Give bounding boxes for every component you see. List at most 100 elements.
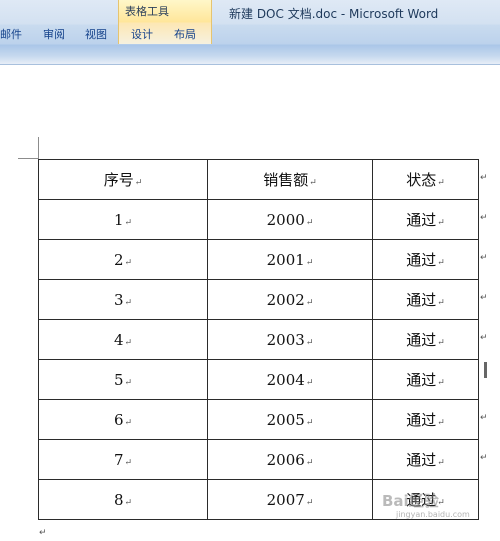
table-tools-label: 表格工具 xyxy=(125,5,169,18)
cell-end-mark: ↵ xyxy=(437,298,445,308)
cell-end-mark: ↵ xyxy=(124,457,133,468)
row-end-mark: ↵ xyxy=(480,333,488,343)
table-row: 3↵ 2002↵ 通过↵ xyxy=(38,279,479,320)
cell-end-mark: ↵ xyxy=(124,257,133,268)
tab-layout[interactable]: 布局 xyxy=(174,26,196,42)
cell-end-mark: ↵ xyxy=(134,178,143,188)
table-cell[interactable]: 6↵ xyxy=(38,399,208,440)
document-table[interactable]: 序号↵ 销售额↵ 状态↵ 1↵ 2000↵ 通过↵ 2↵ 2001↵ 通过↵ 3… xyxy=(38,159,479,520)
table-cell[interactable]: 2001↵ xyxy=(207,239,373,280)
row-end-mark: ↵ xyxy=(480,293,488,303)
table-cell[interactable]: 通过↵ xyxy=(372,199,479,240)
table-row: 4↵ 2003↵ 通过↵ xyxy=(38,319,479,360)
table-cell[interactable]: 2005↵ xyxy=(207,399,373,440)
cell-text: 7 xyxy=(113,450,124,469)
tab-view[interactable]: 视图 xyxy=(85,26,107,42)
table-cell[interactable]: 2003↵ xyxy=(207,319,373,360)
table-resize-handle[interactable] xyxy=(484,362,487,378)
table-header-cell[interactable]: 序号↵ xyxy=(38,159,208,200)
table-cell[interactable]: 2006↵ xyxy=(207,439,373,480)
table-cell[interactable]: 3↵ xyxy=(38,279,208,320)
tab-design[interactable]: 设计 xyxy=(131,26,153,42)
table-cell[interactable]: 8↵ xyxy=(38,479,208,520)
table-cell[interactable]: 通过↵ xyxy=(372,359,479,400)
cell-end-mark: ↵ xyxy=(305,217,314,228)
paragraph-end-mark: ↵ xyxy=(39,528,47,538)
cell-text: 通过 xyxy=(406,371,437,389)
cell-text: 2005 xyxy=(266,410,305,429)
cell-text: 2000 xyxy=(266,210,305,229)
table-cell[interactable]: 2↵ xyxy=(38,239,208,280)
table-row: 6↵ 2005↵ 通过↵ xyxy=(38,399,479,440)
table-cell[interactable]: 5↵ xyxy=(38,359,208,400)
cell-end-mark: ↵ xyxy=(305,257,314,268)
watermark-logo: Bai经验 xyxy=(382,492,439,510)
row-end-mark: ↵ xyxy=(480,173,488,183)
cell-end-mark: ↵ xyxy=(437,338,445,348)
cell-text: 4 xyxy=(113,330,124,349)
table-header-row: 序号↵ 销售额↵ 状态↵ xyxy=(38,159,479,200)
table-cell[interactable]: 7↵ xyxy=(38,439,208,480)
watermark-url: jingyan.baidu.com xyxy=(396,510,470,519)
cell-text: 销售额 xyxy=(263,171,309,189)
cell-end-mark: ↵ xyxy=(305,297,314,308)
table-row: 5↵ 2004↵ 通过↵ xyxy=(38,359,479,400)
table-cell[interactable]: 2002↵ xyxy=(207,279,373,320)
cell-text: 2004 xyxy=(266,370,305,389)
table-row: 1↵ 2000↵ 通过↵ xyxy=(38,199,479,240)
cell-text: 通过 xyxy=(406,291,437,309)
cell-text: 2003 xyxy=(266,330,305,349)
row-end-mark: ↵ xyxy=(480,253,488,263)
cell-text: 2 xyxy=(113,250,124,269)
table-cell[interactable]: 通过↵ xyxy=(372,239,479,280)
cell-end-mark: ↵ xyxy=(124,337,133,348)
cell-end-mark: ↵ xyxy=(437,218,445,228)
cell-text: 序号 xyxy=(103,171,134,189)
cell-text: 2006 xyxy=(266,450,305,469)
cell-text: 6 xyxy=(113,410,124,429)
cell-text: 5 xyxy=(113,370,124,389)
table-cell[interactable]: 4↵ xyxy=(38,319,208,360)
cell-end-mark: ↵ xyxy=(124,217,133,228)
table-row: 7↵ 2006↵ 通过↵ xyxy=(38,439,479,480)
table-row: 2↵ 2001↵ 通过↵ xyxy=(38,239,479,280)
cell-end-mark: ↵ xyxy=(437,418,445,428)
table-cell[interactable]: 2004↵ xyxy=(207,359,373,400)
table-cell[interactable]: 1↵ xyxy=(38,199,208,240)
cell-text: 3 xyxy=(113,290,124,309)
cell-text: 通过 xyxy=(406,411,437,429)
cell-end-mark: ↵ xyxy=(437,258,445,268)
table-cell[interactable]: 通过↵ xyxy=(372,439,479,480)
window-title: 新建 DOC 文档.doc - Microsoft Word xyxy=(229,7,439,21)
tab-mailings[interactable]: 邮件 xyxy=(0,26,22,42)
table-cell[interactable]: 通过↵ xyxy=(372,279,479,320)
cell-end-mark: ↵ xyxy=(124,497,133,508)
cell-end-mark: ↵ xyxy=(305,497,314,508)
table-header-cell[interactable]: 销售额↵ xyxy=(207,159,373,200)
cell-end-mark: ↵ xyxy=(124,417,133,428)
cell-text: 通过 xyxy=(406,331,437,349)
tab-review[interactable]: 审阅 xyxy=(43,26,65,42)
table-cell[interactable]: 通过↵ xyxy=(372,399,479,440)
row-end-mark: ↵ xyxy=(480,213,488,223)
table-cell[interactable]: 2000↵ xyxy=(207,199,373,240)
table-header-cell[interactable]: 状态↵ xyxy=(372,159,479,200)
cell-end-mark: ↵ xyxy=(309,178,317,188)
cell-text: 1 xyxy=(113,210,124,229)
cell-end-mark: ↵ xyxy=(437,178,445,188)
table-cell[interactable]: 通过↵ xyxy=(372,319,479,360)
cell-text: 2002 xyxy=(266,290,305,309)
cell-end-mark: ↵ xyxy=(437,458,445,468)
cell-text: 通过 xyxy=(406,451,437,469)
cell-end-mark: ↵ xyxy=(124,297,133,308)
cell-text: 状态 xyxy=(406,171,437,189)
cell-text: 8 xyxy=(113,490,124,509)
cell-end-mark: ↵ xyxy=(437,378,445,388)
cell-end-mark: ↵ xyxy=(305,417,314,428)
cell-end-mark: ↵ xyxy=(305,377,314,388)
cell-end-mark: ↵ xyxy=(124,377,133,388)
cell-text: 通过 xyxy=(406,251,437,269)
row-end-mark: ↵ xyxy=(480,453,488,463)
cell-text: 通过 xyxy=(406,211,437,229)
table-cell[interactable]: 2007↵ xyxy=(207,479,373,520)
